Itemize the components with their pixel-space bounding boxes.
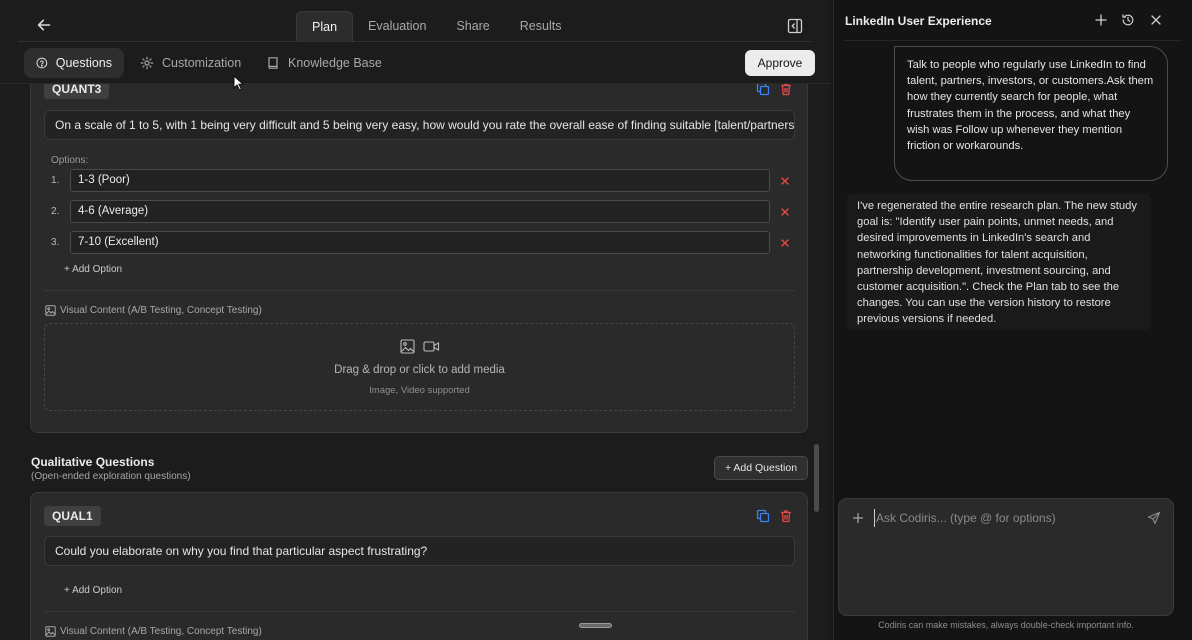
video-icon xyxy=(423,341,440,352)
send-icon[interactable] xyxy=(1147,511,1161,525)
book-icon xyxy=(268,57,278,69)
add-option-button[interactable]: + Add Option xyxy=(64,264,122,275)
dropzone-supported-types: Image, Video supported xyxy=(369,385,470,396)
help-circle-icon xyxy=(36,57,48,69)
sub-navigation: Questions Customization Knowledge Base A… xyxy=(0,42,830,84)
add-option-button[interactable]: + Add Option xyxy=(64,585,122,596)
chat-composer xyxy=(838,498,1174,616)
remove-option-icon[interactable] xyxy=(780,238,790,248)
chat-title: LinkedIn User Experience xyxy=(845,14,992,28)
dropzone-icons xyxy=(400,339,440,354)
chat-panel: LinkedIn User Experience Talk to people … xyxy=(833,0,1192,640)
attach-plus-icon[interactable] xyxy=(851,511,865,525)
subtab-customization[interactable]: Customization xyxy=(128,48,253,78)
question-id-badge: QUAL1 xyxy=(44,506,101,526)
gear-icon xyxy=(140,56,154,70)
section-divider xyxy=(44,611,795,612)
question-card-qual1: QUAL1 Could you elaborate on why you fin… xyxy=(30,492,808,640)
approve-button[interactable]: Approve xyxy=(745,50,815,76)
chat-input[interactable] xyxy=(874,509,1134,527)
chat-header-divider xyxy=(844,40,1182,41)
question-card-quant3: QUANT3 On a scale of 1 to 5, with 1 bein… xyxy=(30,84,808,433)
main-tabs: Plan Evaluation Share Results xyxy=(296,11,576,42)
questions-scroll-area[interactable]: QUANT3 On a scale of 1 to 5, with 1 bein… xyxy=(0,84,830,640)
top-navigation: Plan Evaluation Share Results xyxy=(0,0,830,42)
image-icon xyxy=(45,305,56,316)
image-icon xyxy=(400,339,415,354)
options-label: Options: xyxy=(51,155,89,166)
subtab-questions[interactable]: Questions xyxy=(24,48,124,78)
visual-content-label: Visual Content (A/B Testing, Concept Tes… xyxy=(45,305,262,316)
history-icon[interactable] xyxy=(1121,13,1135,27)
mouse-cursor-icon xyxy=(233,75,245,91)
section-divider xyxy=(44,290,795,291)
remove-option-icon[interactable] xyxy=(780,207,790,217)
tab-evaluation[interactable]: Evaluation xyxy=(353,11,441,42)
add-question-button[interactable]: + Add Question xyxy=(714,456,808,480)
option-input[interactable]: 4-6 (Average) xyxy=(70,200,770,223)
option-number: 1. xyxy=(51,175,60,186)
question-text-field[interactable]: On a scale of 1 to 5, with 1 being very … xyxy=(44,110,795,140)
vertical-scrollbar[interactable] xyxy=(814,444,819,512)
close-icon[interactable] xyxy=(1149,13,1163,27)
plan-editor-pane: Plan Evaluation Share Results Questions … xyxy=(0,0,830,640)
disclaimer-text: Codiris can make mistakes, always double… xyxy=(878,620,1134,630)
copy-icon[interactable] xyxy=(756,509,770,523)
subtab-customization-label: Customization xyxy=(162,56,242,70)
question-id-badge: QUANT3 xyxy=(44,84,110,99)
option-number: 2. xyxy=(51,206,60,217)
media-dropzone[interactable]: Drag & drop or click to add media Image,… xyxy=(44,323,795,411)
plus-icon[interactable] xyxy=(1094,13,1108,27)
option-input[interactable]: 1-3 (Poor) xyxy=(70,169,770,192)
qualitative-section-title: Qualitative Questions xyxy=(31,455,155,469)
image-icon xyxy=(45,626,56,637)
copy-icon[interactable] xyxy=(756,84,770,96)
option-input[interactable]: 7-10 (Excellent) xyxy=(70,231,770,254)
visual-content-text: Visual Content (A/B Testing, Concept Tes… xyxy=(60,626,262,637)
tab-plan[interactable]: Plan xyxy=(296,11,354,42)
user-message: Talk to people who regularly use LinkedI… xyxy=(894,46,1168,181)
back-arrow-icon[interactable] xyxy=(36,17,52,33)
qualitative-section-subtitle: (Open-ended exploration questions) xyxy=(31,471,191,482)
subtab-knowledge-base[interactable]: Knowledge Base xyxy=(254,48,394,78)
subtab-questions-label: Questions xyxy=(55,56,112,70)
visual-content-label: Visual Content (A/B Testing, Concept Tes… xyxy=(45,626,262,637)
subtab-knowledge-base-label: Knowledge Base xyxy=(288,56,382,70)
assistant-message: I've regenerated the entire research pla… xyxy=(847,194,1151,330)
remove-option-icon[interactable] xyxy=(780,176,790,186)
visual-content-text: Visual Content (A/B Testing, Concept Tes… xyxy=(60,305,262,316)
tab-results[interactable]: Results xyxy=(505,11,577,42)
option-number: 3. xyxy=(51,237,60,248)
toggle-panel-icon[interactable] xyxy=(787,18,803,34)
tab-share[interactable]: Share xyxy=(441,11,504,42)
horizontal-scroll-handle[interactable] xyxy=(579,623,612,628)
dropzone-instruction: Drag & drop or click to add media xyxy=(334,364,505,376)
trash-icon[interactable] xyxy=(779,509,793,523)
question-text-field[interactable]: Could you elaborate on why you find that… xyxy=(44,536,795,566)
trash-icon[interactable] xyxy=(779,84,793,96)
